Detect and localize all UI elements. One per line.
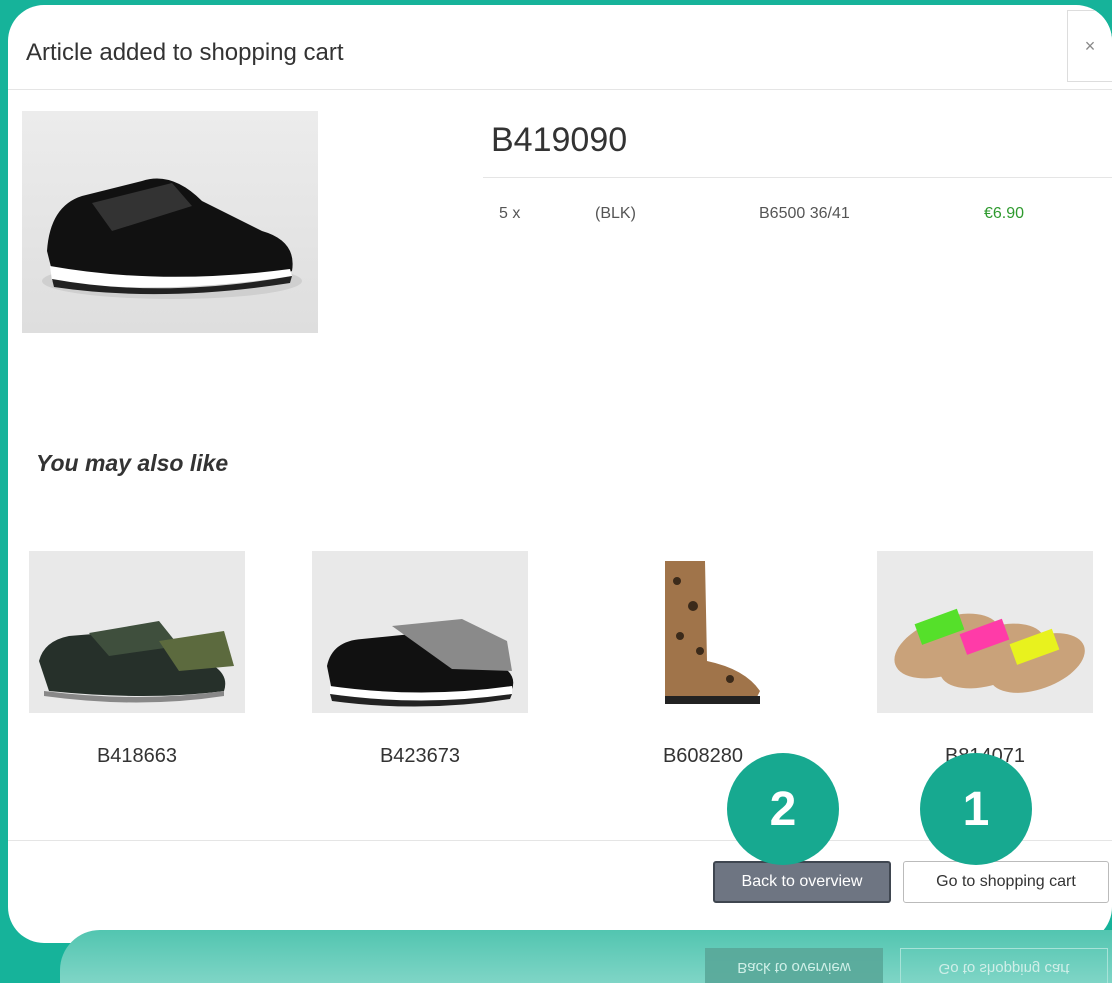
boot-image <box>595 551 811 713</box>
close-button[interactable]: × <box>1067 10 1112 82</box>
reflected-cart-button: Go to shopping cart <box>900 948 1108 983</box>
go-to-cart-button[interactable]: Go to shopping cart <box>903 861 1109 903</box>
modal-reflection: Back to overview Go to shopping cart <box>60 930 1112 983</box>
product-image <box>22 111 318 333</box>
product-quantity: 5 x <box>499 205 521 222</box>
sandal-image <box>877 551 1093 713</box>
sneaker-image <box>42 178 302 299</box>
sneaker-image <box>29 551 245 713</box>
modal-header: Article added to shopping cart × <box>8 5 1112 90</box>
recommendation-label[interactable]: B423673 <box>312 745 528 768</box>
modal-title: Article added to shopping cart <box>26 39 344 66</box>
step-badge-2: 2 <box>727 753 839 865</box>
product-color: (BLK) <box>595 205 636 222</box>
recommendation-label[interactable]: B418663 <box>29 745 245 768</box>
recommendation-card[interactable] <box>877 551 1093 713</box>
product-code: B419090 <box>491 121 628 159</box>
recommendation-card[interactable] <box>29 551 245 713</box>
recommendation-card[interactable] <box>595 551 811 713</box>
reflected-back-button: Back to overview <box>705 948 883 983</box>
product-price: €6.90 <box>984 205 1025 222</box>
divider <box>483 177 1112 178</box>
back-to-overview-button[interactable]: Back to overview <box>713 861 891 903</box>
recommendations-heading: You may also like <box>36 450 229 476</box>
sneaker-image <box>312 551 528 713</box>
step-badge-1: 1 <box>920 753 1032 865</box>
recommendation-card[interactable] <box>312 551 528 713</box>
product-size: B6500 36/41 <box>759 205 850 222</box>
